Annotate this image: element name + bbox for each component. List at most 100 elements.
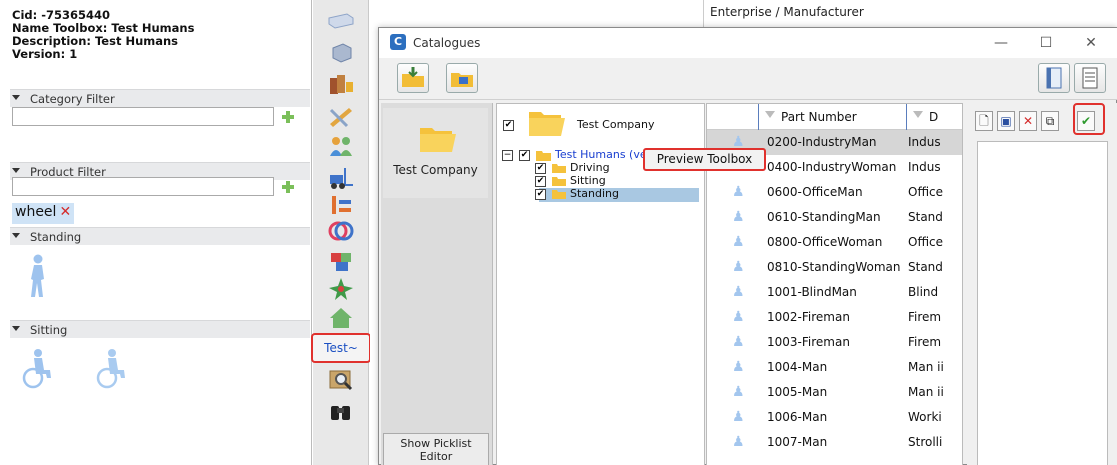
description-cell: Stand <box>908 210 943 224</box>
filter-funnel-icon[interactable] <box>765 111 775 118</box>
description-cell: Stand <box>908 260 943 274</box>
book-view-button[interactable] <box>1038 63 1070 93</box>
delete-button[interactable]: ✕ <box>1019 111 1037 131</box>
folder-import-icon <box>402 67 424 87</box>
table-row[interactable]: ♟ 1004-Man Man ii <box>707 355 962 380</box>
description-cell: Firem <box>908 310 942 324</box>
table-row[interactable]: ♟ 1003-Fireman Firem <box>707 330 962 355</box>
filter-tag-label: wheel <box>15 204 57 220</box>
category-filter-label: Category Filter <box>30 92 115 106</box>
show-picklist-editor-button[interactable]: Show Picklist Editor <box>383 433 489 465</box>
picklist-content <box>977 141 1108 465</box>
table-row[interactable]: ♟ 0600-OfficeMan Office <box>707 180 962 205</box>
close-button[interactable]: ✕ <box>1076 34 1106 52</box>
copy-button[interactable]: ⧉ <box>1041 111 1059 131</box>
table-row[interactable]: ♟ 1001-BlindMan Blind <box>707 280 962 305</box>
description-header-label: D <box>929 110 939 124</box>
wheelchair-human-icon[interactable] <box>20 348 56 390</box>
star-burst-icon[interactable] <box>327 276 355 302</box>
grid-header: Part Number D <box>707 104 962 130</box>
filter-funnel-icon[interactable] <box>913 111 923 118</box>
wheelchair-human-icon[interactable] <box>94 348 130 390</box>
description-cell: Man ii <box>908 360 944 374</box>
product-filter-input[interactable] <box>12 177 274 196</box>
driving-checkbox[interactable]: ✔ <box>535 163 546 174</box>
driving-folder-icon <box>552 164 566 173</box>
table-row[interactable]: ♟ 1006-Man Worki <box>707 405 962 430</box>
part-number-cell: 0400-IndustryWoman <box>767 160 897 174</box>
new-document-button[interactable]: 🗋 <box>975 111 993 131</box>
category-icon-strip <box>313 0 369 465</box>
list-view-button[interactable] <box>1074 63 1106 93</box>
part-number-cell: 0610-StandingMan <box>767 210 881 224</box>
toolbox-folder-icon <box>536 151 551 161</box>
human-part-icon: ♟ <box>732 409 745 425</box>
toolbox-checkbox[interactable]: ✔ <box>519 150 530 161</box>
material-swatch-icon[interactable] <box>327 72 355 98</box>
table-row[interactable]: ♟ 1002-Fireman Firem <box>707 305 962 330</box>
puzzle-icon[interactable] <box>327 248 355 274</box>
category-filter-header[interactable]: Category Filter <box>10 89 310 107</box>
category-filter-input[interactable] <box>12 107 274 126</box>
tree-root-label[interactable]: Test Company <box>577 118 655 131</box>
folder-open-icon <box>451 73 473 87</box>
shelving-icon[interactable] <box>327 192 355 218</box>
picklist-line1: Show Picklist <box>400 437 472 450</box>
save-button[interactable]: ▣ <box>997 111 1015 131</box>
preview-toolbox-menu-item[interactable]: Preview Toolbox <box>643 148 766 171</box>
table-row[interactable]: ♟ 0800-OfficeWoman Office <box>707 230 962 255</box>
human-part-icon: ♟ <box>732 359 745 375</box>
tree-item-driving[interactable]: Driving <box>570 161 610 174</box>
collapse-arrow-icon <box>12 326 20 331</box>
standing-human-icon[interactable] <box>24 253 52 299</box>
forklift-icon[interactable] <box>327 165 355 191</box>
sitting-checkbox[interactable]: ✔ <box>535 176 546 187</box>
remove-tag-icon[interactable]: ✕ <box>59 204 71 220</box>
part-number-column-header[interactable]: Part Number <box>758 104 906 130</box>
company-button[interactable]: Test Company <box>383 108 488 198</box>
cube-icon[interactable] <box>327 40 355 66</box>
chain-link-icon[interactable] <box>327 218 355 244</box>
sitting-section-header[interactable]: Sitting <box>10 320 310 338</box>
tree-item-standing[interactable]: Standing <box>570 187 619 200</box>
table-row[interactable]: ♟ 1005-Man Man ii <box>707 380 962 405</box>
toolbox-version-label: Version: 1 <box>12 47 78 61</box>
description-column-header[interactable]: D <box>906 104 962 130</box>
part-number-cell: 0200-IndustryMan <box>767 135 877 149</box>
delete-icon: ✕ <box>1022 114 1034 128</box>
human-part-icon: ♟ <box>732 309 745 325</box>
panel-icon[interactable] <box>327 10 355 36</box>
tools-icon[interactable] <box>327 104 355 130</box>
add-product-plus-icon[interactable] <box>281 180 295 194</box>
toolbox-tab-test[interactable]: Test~ <box>311 333 371 363</box>
book-icon <box>1046 67 1062 89</box>
people-icon[interactable] <box>327 134 355 160</box>
human-part-icon: ♟ <box>732 184 745 200</box>
standing-checkbox[interactable]: ✔ <box>535 189 546 200</box>
magnifier-icon[interactable] <box>327 367 355 393</box>
part-number-cell: 1006-Man <box>767 410 828 424</box>
toolbox-panel: Cid: -75365440 Name Toolbox: Test Humans… <box>0 0 312 465</box>
screen: Cid: -75365440 Name Toolbox: Test Humans… <box>0 0 1117 465</box>
picklist-line2: Editor <box>419 450 453 463</box>
copy-icon: ⧉ <box>1045 114 1055 128</box>
company-button-label: Test Company <box>393 163 478 177</box>
standing-section-header[interactable]: Standing <box>10 227 310 245</box>
table-row[interactable]: ♟ 1007-Man Strolli <box>707 430 962 455</box>
description-cell: Office <box>908 185 944 199</box>
binoculars-icon[interactable] <box>327 398 355 424</box>
import-toolbox-button[interactable] <box>397 63 429 93</box>
human-part-icon: ♟ <box>732 384 745 400</box>
maximize-button[interactable]: ☐ <box>1031 34 1061 52</box>
open-folder-button[interactable] <box>446 63 478 93</box>
minimize-button[interactable]: — <box>986 34 1016 52</box>
catalogues-titlebar: C Catalogues — ☐ ✕ <box>379 28 1117 58</box>
house-icon[interactable] <box>327 305 355 331</box>
root-checkbox[interactable]: ✔ <box>503 120 514 131</box>
table-row[interactable]: ♟ 0810-StandingWoman Stand <box>707 255 962 280</box>
tree-item-sitting[interactable]: Sitting <box>570 174 606 187</box>
human-part-icon: ♟ <box>732 259 745 275</box>
table-row[interactable]: ♟ 0610-StandingMan Stand <box>707 205 962 230</box>
add-category-plus-icon[interactable] <box>281 110 295 124</box>
expand-toggle[interactable]: − <box>502 150 513 161</box>
